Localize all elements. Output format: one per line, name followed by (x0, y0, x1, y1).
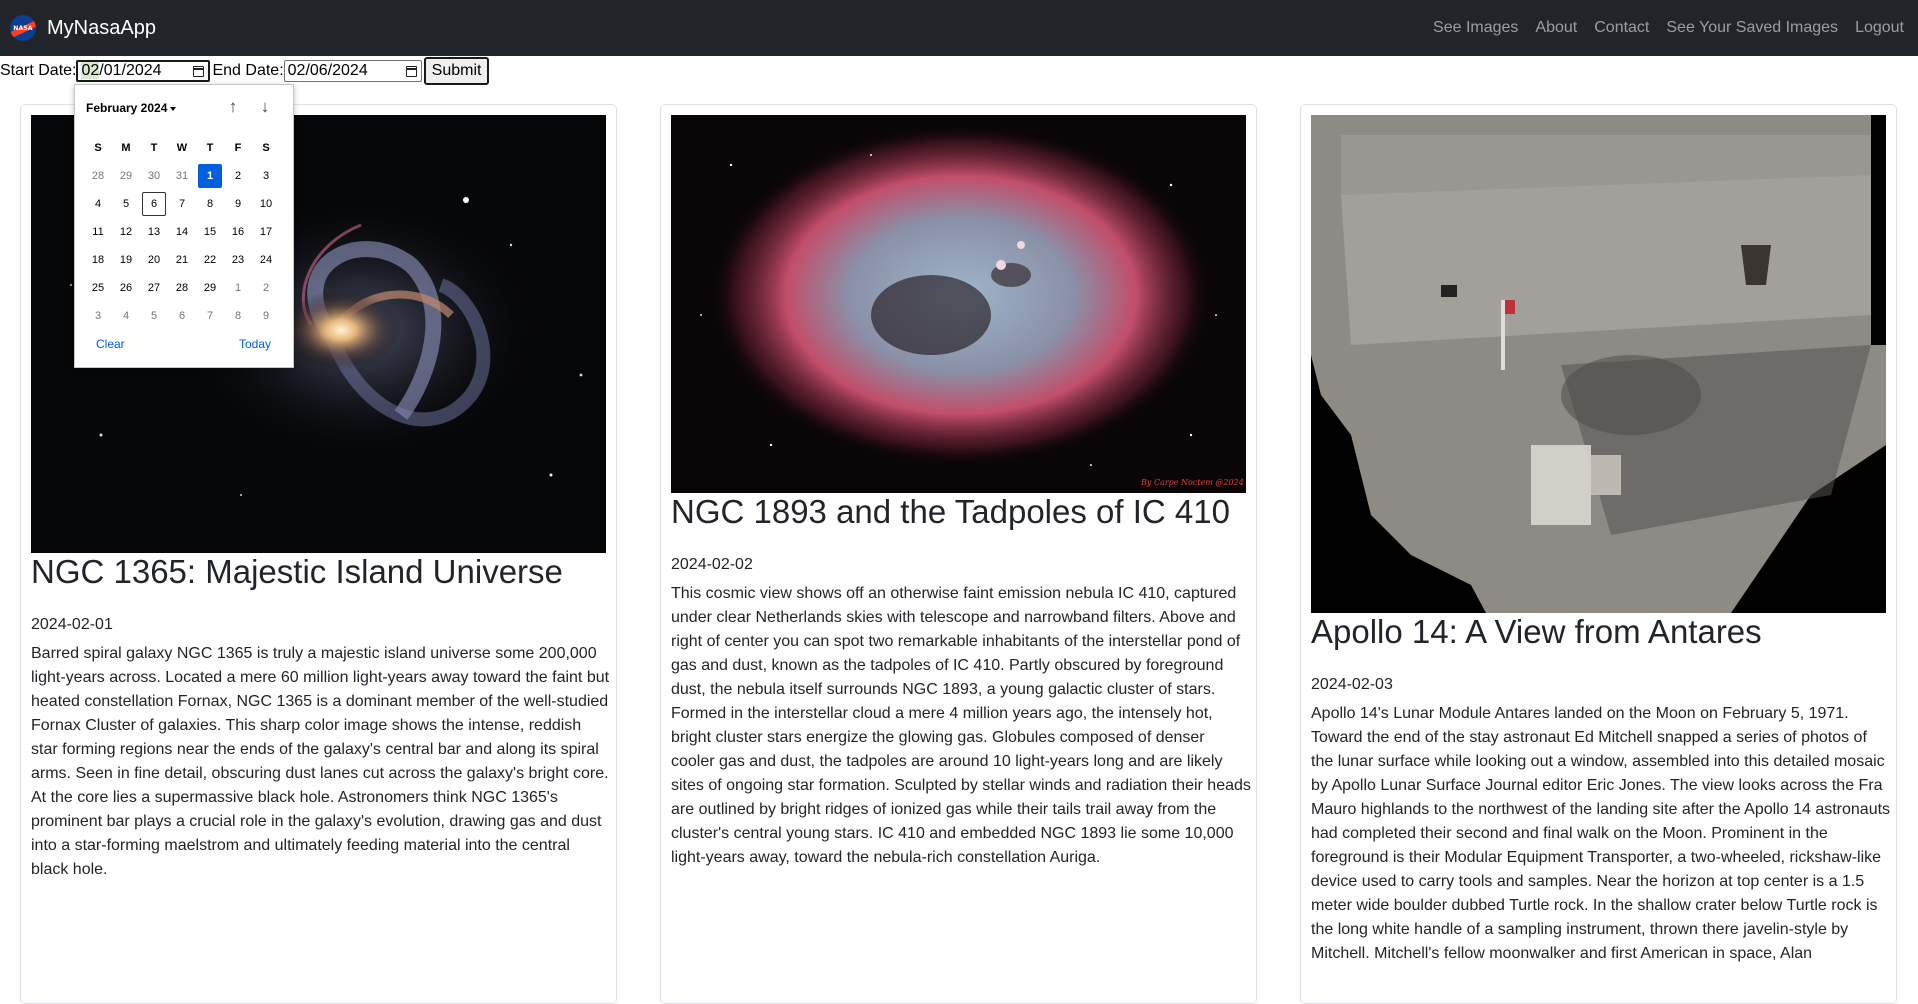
calendar-day[interactable]: 13 (140, 218, 168, 246)
calendar-day[interactable]: 30 (140, 162, 168, 190)
calendar-day-selected[interactable]: 1 (198, 164, 222, 188)
calendar-day[interactable]: 15 (196, 218, 224, 246)
calendar-day[interactable]: 28 (168, 274, 196, 302)
weekday-header: M (121, 142, 131, 154)
calendar-day[interactable]: 16 (224, 218, 252, 246)
calendar-day[interactable]: 5 (112, 190, 140, 218)
weekday-header: S (94, 142, 102, 154)
calendar-day[interactable]: 9 (252, 302, 280, 330)
date-range-form: Start Date: 02/01/2024 End Date: 02/06/2… (0, 57, 490, 85)
calendar-icon[interactable] (405, 65, 417, 77)
card-title: NGC 1365: Majestic Island Universe (31, 553, 563, 590)
calendar-day[interactable]: 5 (140, 302, 168, 330)
nasa-logo-icon: NASA (10, 15, 36, 41)
calendar-day[interactable]: 29 (196, 274, 224, 302)
calendar-day[interactable]: 22 (196, 246, 224, 274)
calendar-day[interactable]: 8 (196, 190, 224, 218)
start-date-rest: /01/2024 (99, 62, 162, 79)
calendar-day[interactable]: 11 (84, 218, 112, 246)
image-credit: By Carpe Noctem @2024 (1140, 478, 1244, 487)
calendar-day[interactable]: 4 (112, 302, 140, 330)
calendar-day[interactable]: 2 (224, 162, 252, 190)
card-date: 2024-02-01 (31, 616, 113, 633)
calendar-day[interactable]: 17 (252, 218, 280, 246)
brand-name[interactable]: MyNasaApp (47, 17, 156, 40)
calendar-day[interactable]: 29 (112, 162, 140, 190)
nav-about[interactable]: About (1535, 19, 1577, 37)
calendar-day[interactable]: 2 (252, 274, 280, 302)
card-description: Apollo 14's Lunar Module Antares landed … (1311, 705, 1891, 962)
calendar-day[interactable]: 3 (84, 302, 112, 330)
calendar-day[interactable]: 28 (84, 162, 112, 190)
calendar-day[interactable]: 27 (140, 274, 168, 302)
card-date: 2024-02-02 (671, 556, 753, 573)
end-date-label: End Date: (212, 62, 284, 79)
calendar-grid: S M T W T F S 28 29 30 31 1 2 3 4 5 6 7 8 9 10 11 12 13 14 15 16 17… (84, 134, 284, 330)
start-date-month-segment[interactable]: 02 (81, 62, 100, 79)
card-description: Barred spiral galaxy NGC 1365 is truly a… (31, 645, 610, 878)
card-title: Apollo 14: A View from Antares (1311, 613, 1762, 650)
end-date-value: 02/06/2024 (287, 62, 368, 79)
start-date-label: Start Date: (0, 62, 77, 79)
calendar-day[interactable]: 14 (168, 218, 196, 246)
card-date: 2024-02-03 (1311, 676, 1393, 693)
calendar-day[interactable]: 1 (224, 274, 252, 302)
calendar-day-today[interactable]: 6 (142, 192, 166, 216)
calendar-day[interactable]: 9 (224, 190, 252, 218)
today-button[interactable]: Today (239, 337, 271, 351)
calendar-icon[interactable] (193, 65, 205, 77)
calendar-day[interactable]: 24 (252, 246, 280, 274)
calendar-day[interactable]: 3 (252, 162, 280, 190)
weekday-header: F (234, 142, 242, 154)
card-description: This cosmic view shows off an otherwise … (671, 585, 1251, 866)
start-date-input[interactable]: 02/01/2024 (76, 60, 211, 82)
weekday-header: S (262, 142, 270, 154)
calendar-day[interactable]: 4 (84, 190, 112, 218)
weekday-header: T (206, 142, 214, 154)
apod-card: Apollo 14: A View from Antares 2024-02-0… (1300, 104, 1897, 1004)
lunar-surface-image (1311, 115, 1886, 613)
weekday-header: T (150, 142, 158, 154)
calendar-day[interactable]: 12 (112, 218, 140, 246)
month-year-select[interactable]: February 2024 (86, 101, 177, 115)
submit-button[interactable]: Submit (423, 57, 490, 85)
nav-links: See Images About Contact See Your Saved … (1433, 0, 1918, 56)
calendar-day[interactable]: 7 (196, 302, 224, 330)
calendar-day[interactable]: 21 (168, 246, 196, 274)
nebula-image: By Carpe Noctem @2024 (671, 115, 1246, 493)
calendar-day[interactable]: 20 (140, 246, 168, 274)
calendar-day[interactable]: 18 (84, 246, 112, 274)
calendar-day[interactable]: 6 (168, 302, 196, 330)
calendar-day[interactable]: 10 (252, 190, 280, 218)
calendar-day[interactable]: 25 (84, 274, 112, 302)
nav-contact[interactable]: Contact (1594, 19, 1649, 37)
calendar-day[interactable]: 23 (224, 246, 252, 274)
caret-down-icon (170, 106, 177, 111)
navbar: NASA MyNasaApp See Images About Contact … (0, 0, 1918, 56)
brand[interactable]: NASA MyNasaApp (10, 15, 156, 41)
datepicker-popup: February 2024 ↑ ↓ S M T W T F S 28 29 30 31 1 2 3 4 5 6 7… (74, 84, 294, 368)
calendar-day[interactable]: 26 (112, 274, 140, 302)
clear-button[interactable]: Clear (96, 337, 125, 351)
end-date-input[interactable]: 02/06/2024 (283, 60, 422, 82)
nav-see-images[interactable]: See Images (1433, 19, 1518, 37)
calendar-day[interactable]: 31 (168, 162, 196, 190)
weekday-header: W (176, 142, 188, 154)
arrow-up-icon[interactable]: ↑ (223, 97, 243, 117)
apod-card: By Carpe Noctem @2024 NGC 1893 and the T… (660, 104, 1257, 1004)
calendar-day[interactable]: 7 (168, 190, 196, 218)
nav-logout[interactable]: Logout (1855, 19, 1904, 37)
card-title: NGC 1893 and the Tadpoles of IC 410 (671, 493, 1230, 530)
calendar-day[interactable]: 8 (224, 302, 252, 330)
nav-saved-images[interactable]: See Your Saved Images (1666, 19, 1838, 37)
arrow-down-icon[interactable]: ↓ (255, 97, 275, 117)
calendar-day[interactable]: 19 (112, 246, 140, 274)
